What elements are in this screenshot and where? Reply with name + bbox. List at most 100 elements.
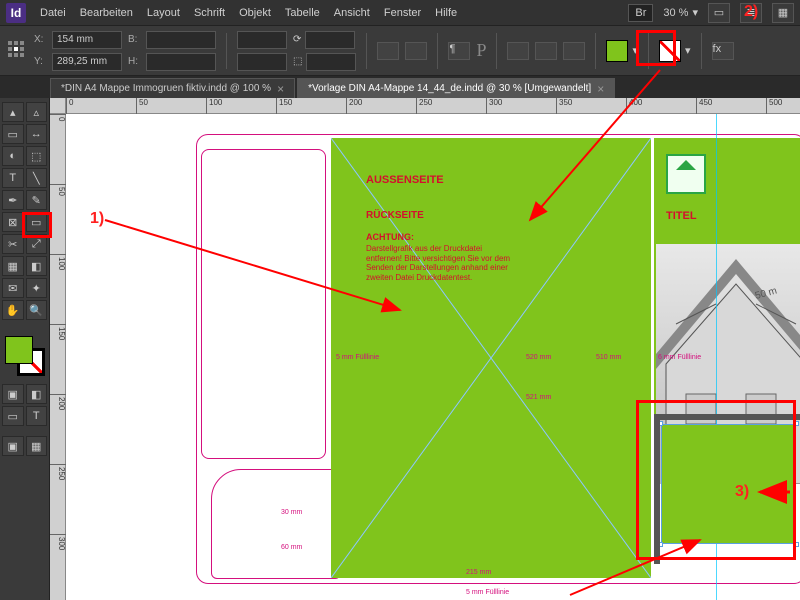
ruler-tick: 200: [50, 394, 66, 410]
tab-doc-1[interactable]: *DIN A4 Mappe Immogruen fiktiv.indd @ 10…: [50, 78, 295, 98]
menu-help[interactable]: Hilfe: [435, 7, 457, 19]
wrap-icon-3[interactable]: [563, 42, 585, 60]
view-mode-preview-icon[interactable]: ▦: [26, 436, 48, 456]
scale-x-field[interactable]: [237, 31, 287, 49]
heading-aussenseite: AUSSENSEITE: [366, 174, 444, 186]
frame-tool-icon[interactable]: ⊠: [2, 212, 24, 232]
hand-tool-icon[interactable]: ✋: [2, 300, 24, 320]
warning-body: Darstellgrafik aus der Druckdatei entfer…: [366, 244, 516, 282]
gap-tool-icon[interactable]: ↔: [26, 124, 48, 144]
screen-mode-icon[interactable]: ▭: [708, 3, 730, 23]
fill-proxy-icon[interactable]: [5, 336, 33, 364]
y-field[interactable]: 289,25 mm: [52, 53, 122, 71]
pen-tool-icon[interactable]: ✒: [2, 190, 24, 210]
ruler-tick: 100: [206, 98, 222, 114]
ruler-vertical[interactable]: 0 50 100 150 200 250 300: [50, 114, 66, 600]
fill-stroke-proxy[interactable]: [5, 336, 45, 376]
chevron-down-icon: ▾: [692, 6, 698, 19]
menu-view[interactable]: Ansicht: [334, 7, 370, 19]
menu-window[interactable]: Fenster: [384, 7, 421, 19]
pencil-tool-icon[interactable]: ✎: [26, 190, 48, 210]
view-mode-normal-icon[interactable]: ▣: [2, 436, 24, 456]
ruler-tick: 150: [50, 324, 66, 340]
measure: 521 mm: [526, 394, 551, 401]
scissors-tool-icon[interactable]: ✂: [2, 234, 24, 254]
page-tool-icon[interactable]: ▭: [2, 124, 24, 144]
menu-object[interactable]: Objekt: [239, 7, 271, 19]
heading-titel: TITEL: [666, 210, 697, 222]
ruler-tick: 300: [486, 98, 502, 114]
annotation-1-box: [22, 212, 52, 238]
char-style-icon[interactable]: P: [476, 40, 486, 61]
zoom-level[interactable]: 30 % ▾: [663, 6, 698, 19]
menu-edit[interactable]: Bearbeiten: [80, 7, 133, 19]
warning-title: ACHTUNG:: [366, 232, 414, 242]
ruler-origin[interactable]: [50, 98, 66, 114]
x-label: X:: [34, 34, 48, 45]
annotation-2-box: [636, 30, 676, 66]
shear-field[interactable]: [306, 53, 356, 71]
line-tool-icon[interactable]: ╲: [26, 168, 48, 188]
wrap-icon-1[interactable]: [507, 42, 529, 60]
workspace-icon[interactable]: ▦: [772, 3, 794, 23]
measure: 520 mm: [526, 354, 551, 361]
menu-table[interactable]: Tabelle: [285, 7, 320, 19]
ruler-tick: 250: [50, 464, 66, 480]
flip-v-icon[interactable]: [405, 42, 427, 60]
tab-doc-2[interactable]: *Vorlage DIN A4-Mappe 14_44_de.indd @ 30…: [297, 78, 615, 98]
menu-type[interactable]: Schrift: [194, 7, 225, 19]
zoom-tool-icon[interactable]: 🔍: [26, 300, 48, 320]
direct-selection-tool-icon[interactable]: ▵: [26, 102, 48, 122]
fx-icon[interactable]: fx: [712, 42, 734, 60]
y-label: Y:: [34, 56, 48, 67]
h-label: H:: [128, 56, 142, 67]
annotation-3-label: 3): [735, 483, 749, 501]
ruler-tick: 50: [136, 98, 148, 114]
note-tool-icon[interactable]: ✉: [2, 278, 24, 298]
formatting-text-icon[interactable]: T: [26, 406, 48, 426]
close-icon[interactable]: ×: [277, 82, 284, 96]
content-placer-icon[interactable]: ⬚: [26, 146, 48, 166]
bridge-button[interactable]: Br: [628, 4, 653, 22]
close-icon[interactable]: ×: [597, 82, 604, 96]
fill-swatch[interactable]: [606, 40, 628, 62]
ruler-tick: 500: [766, 98, 782, 114]
apply-gradient-icon[interactable]: ◧: [26, 384, 48, 404]
measure: 60 mm: [281, 544, 302, 551]
ruler-tick: 400: [626, 98, 642, 114]
fill-swatch-group: ▾: [606, 40, 638, 62]
content-grabber-icon[interactable]: ◐: [2, 146, 24, 166]
measure: 5 mm Fülllinie: [336, 354, 379, 361]
tools-panel: ▴▵ ▭↔ ◐⬚ T╲ ✒✎ ⊠▭ ✂⤢ ▦◧ ✉✦ ✋🔍 ▣◧ ▭T ▣▦: [0, 98, 50, 600]
h-field[interactable]: [146, 53, 216, 71]
control-bar: X:154 mm Y:289,25 mm B: H: ⟳ ⬚ ¶ P ▾ ▾ f…: [0, 26, 800, 76]
flip-h-icon[interactable]: [377, 42, 399, 60]
formatting-container-icon[interactable]: ▭: [2, 406, 24, 426]
reference-point-icon[interactable]: [8, 41, 28, 61]
annotation-2-label: 2): [744, 3, 758, 21]
chevron-down-icon[interactable]: ▾: [685, 44, 691, 57]
eyedropper-tool-icon[interactable]: ✦: [26, 278, 48, 298]
selection-tool-icon[interactable]: ▴: [2, 102, 24, 122]
menu-file[interactable]: Datei: [40, 7, 66, 19]
ruler-tick: 50: [50, 184, 66, 196]
wrap-icon-2[interactable]: [535, 42, 557, 60]
shear-icon: ⬚: [293, 56, 302, 67]
scale-y-field[interactable]: [237, 53, 287, 71]
type-tool-icon[interactable]: T: [2, 168, 24, 188]
ruler-horizontal[interactable]: 0 50 100 150 200 250 300 350 400 450 500: [66, 98, 800, 114]
gradient-swatch-tool-icon[interactable]: ▦: [2, 256, 24, 276]
apply-color-icon[interactable]: ▣: [2, 384, 24, 404]
menu-layout[interactable]: Layout: [147, 7, 180, 19]
x-field[interactable]: 154 mm: [52, 31, 122, 49]
dieline-flap-bottom: [211, 469, 341, 579]
w-field[interactable]: [146, 31, 216, 49]
para-style-icon[interactable]: ¶: [448, 42, 470, 60]
gradient-feather-tool-icon[interactable]: ◧: [26, 256, 48, 276]
ruler-tick: 0: [50, 114, 66, 121]
annotation-3-box: [636, 400, 796, 560]
annotation-1-label: 1): [90, 210, 104, 228]
ruler-tick: 100: [50, 254, 66, 270]
rotate-field[interactable]: [305, 31, 355, 49]
tab-label: *DIN A4 Mappe Immogruen fiktiv.indd @ 10…: [61, 83, 271, 94]
